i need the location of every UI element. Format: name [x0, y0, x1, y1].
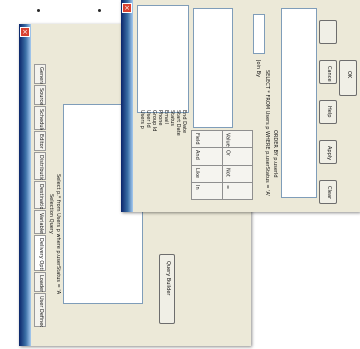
query-text-line: Select p.* from Users p where p.userStat… [55, 174, 61, 294]
query-line: ORDER BY p.userId [272, 130, 278, 178]
query-editor[interactable] [281, 8, 317, 198]
section-label: Selection Query [48, 194, 54, 234]
front-window: × Users p User Id Group Id Phone Email S… [121, 0, 360, 212]
field-list[interactable] [137, 5, 189, 113]
operator-grid: Field Value And Or Like Not In = [191, 130, 253, 200]
grid-cell[interactable]: Value [222, 131, 252, 148]
cancel-button[interactable]: Cancel [319, 60, 337, 84]
tab-user-defined[interactable]: User Defined [34, 293, 46, 327]
tab-editor[interactable]: Editor [34, 131, 46, 151]
tab-general[interactable]: General [34, 64, 46, 84]
tab-distribution[interactable]: Distribution [34, 152, 46, 180]
back-window-titlebar[interactable]: × [19, 24, 31, 346]
top-button[interactable] [319, 20, 337, 44]
grid-cell[interactable]: Or [222, 148, 252, 165]
query-line: SELECT * FROM Users p WHERE p.userStatus… [264, 70, 270, 197]
list-item[interactable]: End Date [181, 110, 187, 144]
tab-strip: General Source Schedule Editor Distribut… [34, 64, 46, 329]
tab-schedule[interactable]: Schedule [34, 106, 46, 130]
clear-button[interactable]: Clear [319, 180, 337, 204]
grid-cell[interactable]: = [222, 182, 252, 199]
selected-fields-panel[interactable] [193, 8, 233, 128]
join-field[interactable] [253, 14, 265, 54]
tab-variables[interactable]: Variables [34, 210, 46, 234]
grid-cell[interactable]: Like [192, 165, 222, 182]
close-icon[interactable]: × [20, 27, 30, 37]
grid-cell[interactable]: Not [222, 165, 252, 182]
front-window-titlebar[interactable]: × [121, 0, 133, 212]
query-builder-button[interactable]: Query Builder [159, 254, 175, 324]
scan-dot [37, 9, 40, 12]
scan-dot [98, 9, 101, 12]
help-button[interactable]: Help [319, 100, 337, 124]
apply-button[interactable]: Apply [319, 140, 337, 164]
tab-loader[interactable]: Loader [34, 272, 46, 292]
grid-cell[interactable]: In [192, 182, 222, 199]
tab-delivery-options[interactable]: Delivery Options [34, 235, 46, 271]
tab-source[interactable]: Source [34, 85, 46, 105]
grid-cell[interactable]: Field [192, 131, 222, 148]
close-icon[interactable]: × [122, 3, 132, 13]
tab-destination[interactable]: Destination [34, 181, 46, 209]
ok-button[interactable]: OK [339, 60, 357, 96]
grid-cell[interactable]: And [192, 148, 222, 165]
join-label: Join By [255, 60, 261, 78]
